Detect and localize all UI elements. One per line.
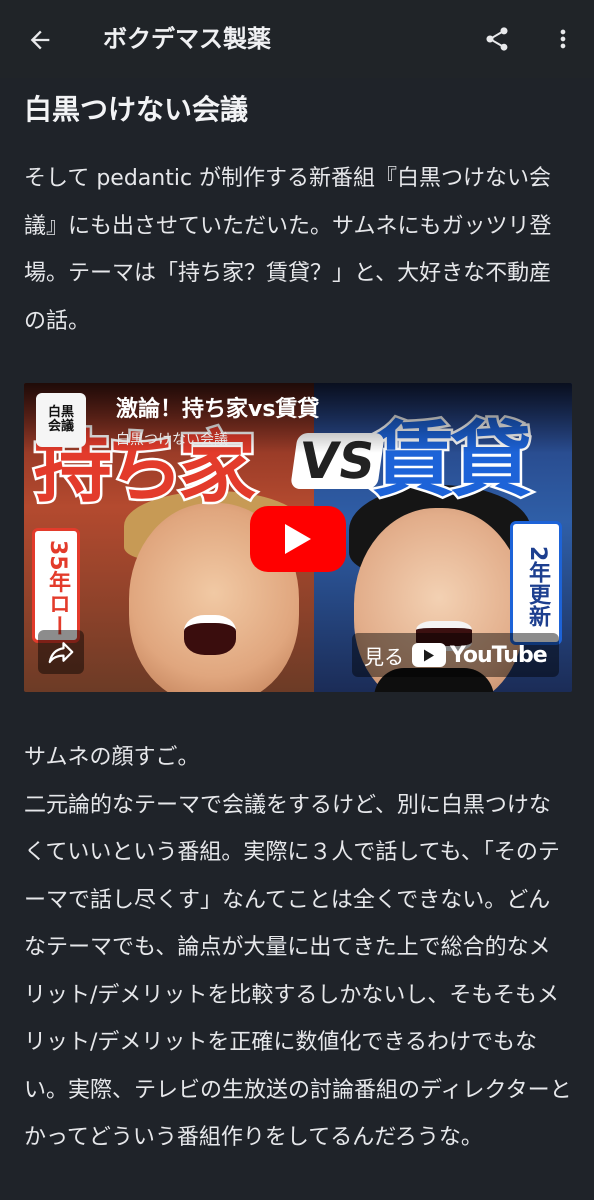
youtube-logo: YouTube xyxy=(412,642,548,668)
play-button[interactable] xyxy=(250,506,346,572)
channel-logo-text: 白黒 会議 xyxy=(47,405,74,434)
channel-logo[interactable]: 白黒 会議 xyxy=(36,393,86,447)
share-button[interactable] xyxy=(480,22,514,56)
thumbnail-tag-left: 35年ロー xyxy=(32,528,80,643)
article-paragraph-1: そして pedantic が制作する新番組『白黒つけない会議』にも出させていただ… xyxy=(24,166,552,334)
video-share-button[interactable] xyxy=(38,630,84,674)
more-vertical-icon xyxy=(560,29,566,49)
article-paragraph-2: サムネの顔すご。 二元論的なテーマで会議をするけど、別に白黒つけなくていいという… xyxy=(24,745,572,1150)
watch-label: 見る xyxy=(364,644,404,669)
youtube-play-icon xyxy=(412,643,446,667)
youtube-wordmark: YouTube xyxy=(450,642,548,668)
youtube-video-embed[interactable]: 持ち家 賃貸 VS 35年ロー 2年更新 白黒 会議 激論！持ち家vs賃貸 白黒… xyxy=(24,383,572,692)
play-icon xyxy=(285,524,311,554)
video-title[interactable]: 激論！持ち家vs賃貸 xyxy=(116,395,319,425)
back-button[interactable] xyxy=(22,22,58,58)
arrow-left-icon xyxy=(30,30,50,50)
video-channel-name[interactable]: 白黒つけない会議 xyxy=(116,431,228,449)
person-left-mouth xyxy=(184,615,236,655)
section-heading: 白黒つけない会議 xyxy=(24,93,249,126)
thumbnail-tag-right: 2年更新 xyxy=(510,521,562,645)
app-title: ボクデマス製薬 xyxy=(103,25,271,53)
watch-on-youtube-button[interactable]: 見る YouTube xyxy=(352,633,559,677)
share-icon xyxy=(486,27,508,51)
forward-share-icon xyxy=(48,642,74,664)
app-bar: ボクデマス製薬 xyxy=(0,0,594,78)
more-options-button[interactable] xyxy=(546,22,580,56)
